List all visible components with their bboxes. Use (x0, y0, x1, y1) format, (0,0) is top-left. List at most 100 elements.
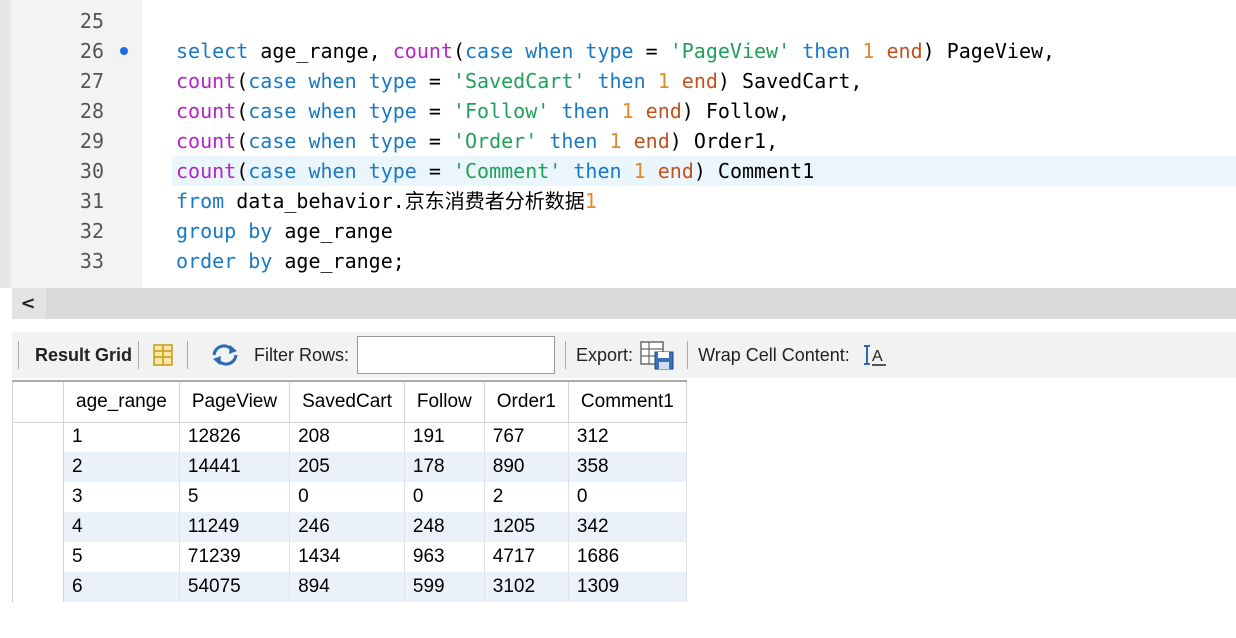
table-cell[interactable]: 0 (289, 482, 405, 512)
table-cell[interactable]: 2 (484, 482, 569, 512)
table-cell[interactable]: 5 (179, 482, 291, 512)
table-cell[interactable]: 599 (404, 572, 485, 602)
filter-rows-label: Filter Rows: (254, 344, 350, 365)
column-header[interactable]: age_range (63, 380, 180, 423)
table-cell[interactable]: 1434 (289, 542, 405, 572)
table-row[interactable]: 2 14441 205 178 890 358 (12, 452, 687, 482)
table-cell[interactable]: 246 (289, 512, 405, 542)
filter-rows-input[interactable] (357, 336, 556, 374)
table-cell[interactable]: 894 (289, 572, 405, 602)
table-row[interactable]: 1 12826 208 191 767 312 (12, 422, 687, 452)
code-token: count (176, 99, 237, 123)
code-line[interactable]: 31 from data_behavior.京东消费者分析数据1 (0, 186, 1236, 216)
grid-layout-icon[interactable] (151, 343, 175, 367)
table-row[interactable]: 6 54075 894 599 3102 1309 (12, 572, 687, 602)
code-token: 'Comment' (452, 159, 562, 183)
table-cell[interactable]: 890 (484, 452, 569, 482)
code-token: ) Order1, (669, 129, 779, 153)
table-cell[interactable]: 1309 (568, 572, 687, 602)
table-cell[interactable]: 205 (289, 452, 405, 482)
code-token: 1 (609, 129, 622, 153)
table-cell[interactable]: 12826 (179, 422, 291, 452)
code-text: count(case when type = 'Order' then 1 en… (176, 126, 778, 156)
table-cell[interactable]: 248 (404, 512, 485, 542)
row-header[interactable] (12, 422, 64, 452)
row-header[interactable] (12, 572, 64, 602)
scroll-left-button[interactable]: < (12, 288, 44, 319)
table-cell[interactable]: 178 (404, 452, 485, 482)
result-grid-tab[interactable]: Result Grid (35, 345, 132, 366)
chevron-left-icon: < (20, 293, 36, 314)
row-header-corner[interactable] (12, 380, 64, 423)
table-cell[interactable]: 0 (404, 482, 485, 512)
table-cell[interactable]: 4717 (484, 542, 569, 572)
table-row[interactable]: 4 11249 246 248 1205 342 (12, 512, 687, 542)
line-number: 27 (79, 69, 104, 93)
table-cell[interactable]: 1686 (568, 542, 687, 572)
horizontal-scrollbar[interactable]: < (12, 288, 1236, 319)
table-cell[interactable]: 1 (63, 422, 180, 452)
row-header[interactable] (12, 512, 64, 542)
code-line[interactable]: 27 count(case when type = 'SavedCart' the… (0, 66, 1236, 96)
row-header[interactable] (12, 542, 64, 572)
line-number: 26 (79, 39, 104, 63)
table-cell[interactable]: 342 (568, 512, 687, 542)
result-grid[interactable]: age_range PageView SavedCart Follow Order1 Co… (12, 380, 687, 602)
code-token: end (681, 69, 718, 93)
code-text: count(case when type = 'Follow' then 1 e… (176, 96, 790, 126)
table-cell[interactable]: 1205 (484, 512, 569, 542)
code-token: = (416, 69, 453, 93)
table-cell[interactable]: 4 (63, 512, 180, 542)
code-line[interactable]: 32 group by age_range (0, 216, 1236, 246)
refresh-icon[interactable] (210, 343, 240, 367)
sql-editor[interactable]: 25 26 select age_range, count(case when ty… (0, 0, 1236, 288)
table-cell[interactable]: 3 (63, 482, 180, 512)
table-cell[interactable]: 14441 (179, 452, 291, 482)
table-cell[interactable]: 312 (568, 422, 687, 452)
table-cell[interactable]: 71239 (179, 542, 291, 572)
code-token: = (416, 129, 453, 153)
code-line[interactable]: 29 count(case when type = 'Order' then 1 … (0, 126, 1236, 156)
table-cell[interactable]: 0 (568, 482, 687, 512)
table-cell[interactable]: 54075 (179, 572, 291, 602)
code-line[interactable]: 28 count(case when type = 'Follow' then 1… (0, 96, 1236, 126)
column-header[interactable]: Follow (403, 380, 485, 423)
code-line[interactable]: 26 select age_range, count(case when type… (0, 36, 1236, 66)
code-token: end (886, 39, 923, 63)
export-icon[interactable] (639, 340, 675, 370)
column-header[interactable]: PageView (178, 380, 291, 423)
table-cell[interactable]: 767 (484, 422, 569, 452)
table-cell[interactable]: 11249 (179, 512, 291, 542)
line-marker-dot-icon[interactable] (120, 47, 128, 55)
code-token: 'SavedCart' (452, 69, 586, 93)
scrollbar-track[interactable] (46, 288, 1236, 319)
table-cell[interactable]: 6 (63, 572, 180, 602)
table-cell[interactable]: 358 (568, 452, 687, 482)
row-header[interactable] (12, 452, 64, 482)
column-header[interactable]: SavedCart (289, 380, 405, 423)
wrap-text-icon[interactable]: A (863, 344, 888, 366)
code-line[interactable]: 30 count(case when type = 'Comment' then … (80, 156, 1236, 186)
code-token: end (645, 99, 682, 123)
table-cell[interactable]: 963 (404, 542, 485, 572)
column-header[interactable]: Order1 (483, 380, 569, 423)
code-line[interactable]: 33 order by age_range; (0, 246, 1236, 276)
table-cell[interactable]: 3102 (484, 572, 569, 602)
table-cell[interactable]: 5 (63, 542, 180, 572)
code-text: select age_range, count(case when type =… (176, 36, 1055, 66)
table-row[interactable]: 350020 (12, 482, 687, 512)
table-cell[interactable]: 2 (63, 452, 180, 482)
column-header[interactable]: Comment1 (567, 380, 687, 423)
line-number: 32 (79, 219, 104, 243)
code-line[interactable]: 25 (0, 6, 1236, 36)
row-header[interactable] (12, 482, 64, 512)
table-cell[interactable]: 191 (404, 422, 485, 452)
table-row[interactable]: 5 71239 1434 963 4717 1686 (12, 542, 687, 572)
table-cell[interactable]: 208 (289, 422, 405, 452)
